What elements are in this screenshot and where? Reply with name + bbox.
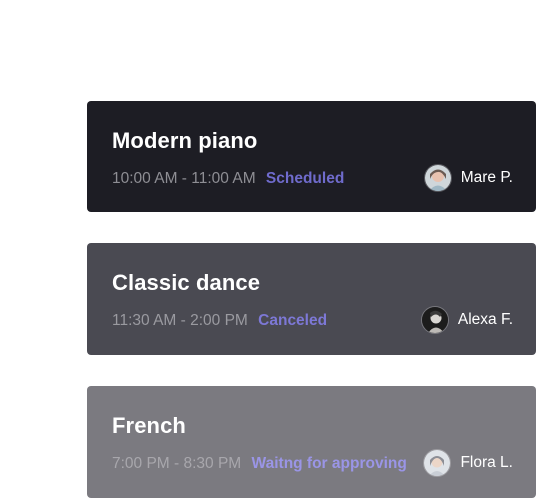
lesson-time: 10:00 AM - 11:00 AM [112,170,256,187]
lesson-card-french[interactable]: French 7:00 PM - 8:30 PM Waitng for appr… [87,386,536,498]
lesson-meta: 11:30 AM - 2:00 PM Canceled [112,312,327,330]
instructor-name: Alexa F. [457,311,513,328]
instructor[interactable]: Mare P. [423,164,513,192]
instructor[interactable]: Alexa F. [420,306,513,334]
status-badge: Canceled [258,312,328,329]
lesson-title: French [112,413,186,438]
lesson-title: Classic dance [112,270,261,295]
user-photo-icon [424,165,451,191]
user-photo-icon [424,450,451,476]
lesson-card-classic-dance[interactable]: Classic dance 11:30 AM - 2:00 PM Cancele… [87,243,536,355]
status-badge: Scheduled [265,170,345,187]
instructor-name: Mare P. [460,169,513,186]
instructor-name: Flora L. [460,454,513,471]
avatar [423,449,452,477]
lesson-list: Modern piano 10:00 AM - 11:00 AM Schedul… [0,0,538,498]
avatar [420,306,449,334]
lesson-title: Modern piano [112,128,258,153]
lesson-time: 11:30 AM - 2:00 PM [112,312,248,329]
lesson-meta: 10:00 AM - 11:00 AM Scheduled [112,170,344,188]
lesson-meta: 7:00 PM - 8:30 PM Waitng for approving [112,455,407,473]
status-badge: Waitng for approving [251,455,407,472]
instructor[interactable]: Flora L. [423,449,513,477]
avatar [423,164,452,192]
user-photo-icon [421,307,448,333]
lesson-card-modern-piano[interactable]: Modern piano 10:00 AM - 11:00 AM Schedul… [87,101,536,212]
lesson-time: 7:00 PM - 8:30 PM [112,455,242,472]
